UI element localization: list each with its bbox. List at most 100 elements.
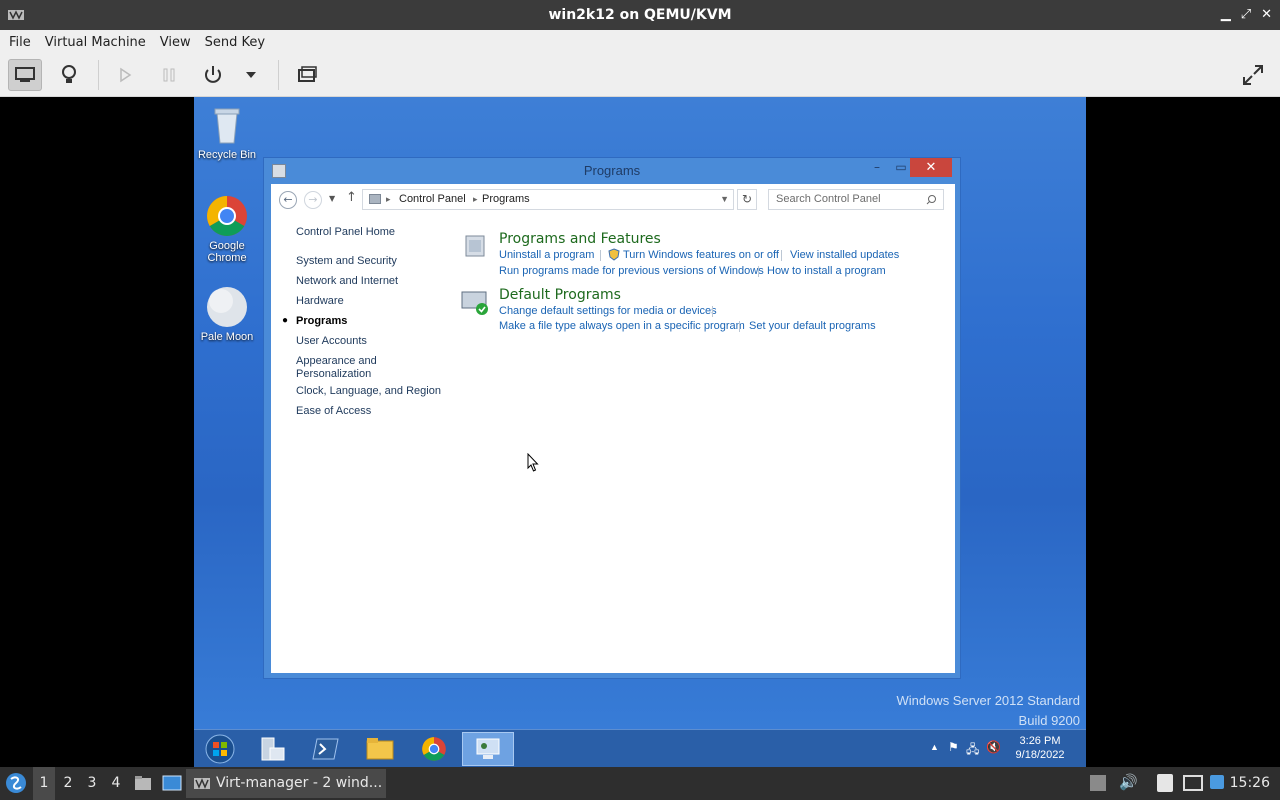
workspace-4[interactable]: 4 (105, 767, 127, 800)
nav-clock-language-region[interactable]: Clock, Language, and Region (296, 385, 441, 398)
shutdown-menu-button[interactable] (236, 59, 266, 91)
network-monitor-icon[interactable] (1183, 775, 1203, 791)
fullscreen-button[interactable] (1236, 59, 1270, 91)
nav-ease-of-access[interactable]: Ease of Access (296, 405, 371, 418)
app-menu-button[interactable] (4, 771, 28, 795)
notification-icon[interactable] (1210, 775, 1224, 789)
volume-muted-icon[interactable]: 🔇 (986, 740, 1001, 754)
nav-programs[interactable]: Programs (296, 315, 347, 328)
address-box[interactable]: ▸ Control Panel ▸ Programs ▼ (362, 189, 734, 210)
breadcrumb-programs[interactable]: Programs (482, 190, 530, 209)
show-hidden-icons[interactable]: ▲ (930, 742, 939, 752)
recycle-bin-icon (214, 108, 240, 144)
window-close-button[interactable]: ✕ (910, 158, 952, 177)
back-button[interactable]: ← (279, 191, 297, 209)
programs-and-features-icon (465, 235, 485, 257)
desktop-icon-recycle-bin[interactable]: Recycle Bin (194, 103, 260, 161)
chrome-icon (207, 196, 247, 236)
app-menu-icon (6, 773, 26, 793)
window-body: ← → ▼ ↑ ▸ Control Panel ▸ Programs ▼ ↻ S… (271, 184, 955, 673)
control-panel-taskbar-button[interactable] (462, 732, 514, 766)
programs-window: Programs – ▭ ✕ ← → ▼ ↑ ▸ Control Panel ▸… (263, 157, 961, 679)
window-minimize-button[interactable]: – (864, 158, 890, 178)
forward-button[interactable]: → (304, 191, 322, 209)
chrome-taskbar-button[interactable] (408, 732, 460, 766)
desktop-icon-google-chrome[interactable]: Google Chrome (194, 194, 260, 264)
workspace-1[interactable]: 1 (33, 767, 55, 800)
taskbar-item-virt-manager[interactable]: Virt-manager - 2 wind... (186, 769, 386, 798)
vm-menubar: File Virtual Machine View Send Key (0, 30, 1280, 54)
guest-clock[interactable]: 3:26 PM 9/18/2022 (1012, 734, 1068, 762)
network-icon[interactable]: 🖧 (966, 740, 979, 761)
desktop-icon-label: Google Chrome (207, 240, 247, 264)
windows-start-icon (205, 734, 235, 764)
console-button[interactable] (8, 59, 42, 91)
nav-system-and-security[interactable]: System and Security (296, 255, 397, 268)
minimize-icon[interactable]: ▁ (1221, 0, 1231, 30)
pale-moon-icon (207, 287, 247, 327)
change-default-media-link[interactable]: Change default settings for media or dev… (499, 305, 717, 317)
recent-locations-icon[interactable]: ▼ (329, 194, 335, 203)
start-button[interactable] (194, 732, 246, 766)
menu-view[interactable]: View (153, 35, 198, 50)
shutdown-button[interactable] (196, 59, 230, 91)
run-button[interactable] (108, 59, 142, 91)
host-panel: 1 2 3 4 Virt-manager - 2 wind... 🔊 15:26 (0, 767, 1280, 800)
refresh-button[interactable]: ↻ (737, 189, 757, 210)
turn-windows-features-link[interactable]: Turn Windows features on or off (623, 249, 779, 261)
programs-and-features-title[interactable]: Programs and Features (499, 231, 661, 247)
how-to-install-link[interactable]: How to install a program (767, 265, 886, 277)
desktop-icon-label: Pale Moon (200, 331, 254, 343)
nav-control-panel-home[interactable]: Control Panel Home (296, 226, 395, 239)
set-default-programs-link[interactable]: Set your default programs (749, 320, 876, 332)
nav-hardware[interactable]: Hardware (296, 295, 344, 308)
workspace-3[interactable]: 3 (81, 767, 103, 800)
menu-send-key[interactable]: Send Key (198, 35, 272, 50)
action-center-flag-icon[interactable]: ⚑ (948, 740, 959, 754)
updates-icon[interactable] (1090, 775, 1106, 791)
nav-appearance-and-personalization[interactable]: Appearance and Personalization (296, 355, 396, 381)
desktop-icon-pale-moon[interactable]: Pale Moon (194, 285, 260, 343)
vm-titlebar: win2k12 on QEMU/KVM ▁ ⤢ ✕ (0, 0, 1280, 30)
play-icon (120, 67, 132, 83)
file-manager-launcher[interactable] (134, 775, 152, 791)
workspace-2[interactable]: 2 (57, 767, 79, 800)
run-older-programs-link[interactable]: Run programs made for previous versions … (499, 265, 764, 277)
nav-user-accounts[interactable]: User Accounts (296, 335, 367, 348)
menu-file[interactable]: File (2, 35, 38, 50)
show-desktop-launcher[interactable] (162, 775, 182, 791)
nav-network-and-internet[interactable]: Network and Internet (296, 275, 398, 288)
clipboard-icon[interactable] (1157, 774, 1173, 792)
search-input[interactable]: Search Control Panel (768, 189, 944, 210)
guest-time: 3:26 PM (1019, 735, 1061, 747)
volume-icon[interactable]: 🔊 (1119, 773, 1138, 791)
view-installed-updates-link[interactable]: View installed updates (790, 249, 899, 261)
control-panel-icon (476, 738, 500, 759)
programs-window-title: Programs (583, 163, 641, 178)
close-icon[interactable]: ✕ (1261, 0, 1272, 30)
pause-button[interactable] (152, 59, 186, 91)
breadcrumb-control-panel[interactable]: Control Panel (399, 190, 466, 209)
powershell-taskbar-button[interactable] (300, 732, 352, 766)
uninstall-program-link[interactable]: Uninstall a program (499, 249, 594, 261)
details-button[interactable] (52, 59, 86, 91)
maximize-icon[interactable]: ⤢ (1241, 0, 1251, 30)
server-manager-taskbar-button[interactable] (246, 732, 298, 766)
snapshots-button[interactable] (290, 59, 324, 91)
mouse-cursor-icon (527, 453, 539, 472)
up-arrow-icon[interactable]: ↑ (346, 190, 357, 205)
dropdown-arrow-icon (246, 72, 256, 78)
host-clock[interactable]: 15:26 (1230, 767, 1270, 800)
lightbulb-icon (62, 65, 76, 83)
pause-icon (163, 68, 175, 82)
menu-virtual-machine[interactable]: Virtual Machine (38, 35, 153, 50)
guest-display[interactable]: Recycle Bin Google Chrome Pale Moon Prog… (194, 97, 1086, 767)
vm-toolbar (0, 54, 1280, 97)
file-explorer-taskbar-button[interactable] (354, 732, 406, 766)
monitor-icon (15, 67, 35, 82)
default-programs-title[interactable]: Default Programs (499, 287, 621, 303)
file-type-association-link[interactable]: Make a file type always open in a specif… (499, 320, 745, 332)
address-dropdown-icon[interactable]: ▼ (720, 190, 729, 209)
search-placeholder: Search Control Panel (776, 193, 881, 205)
file-explorer-icon (366, 738, 394, 760)
